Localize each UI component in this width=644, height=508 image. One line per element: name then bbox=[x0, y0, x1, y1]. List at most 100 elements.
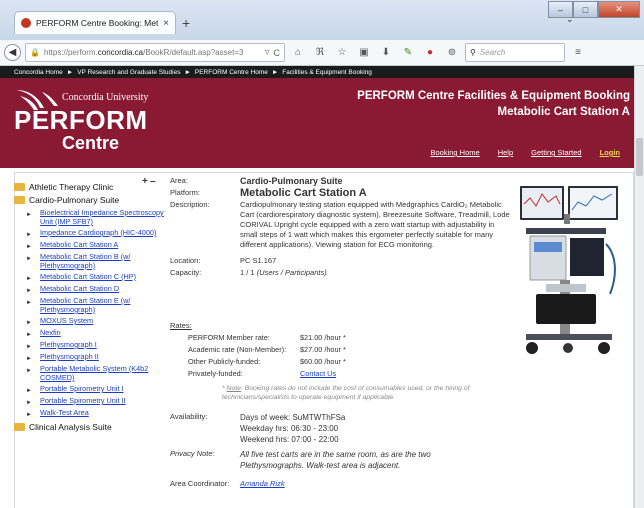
search-box[interactable]: ⚲ Search bbox=[465, 43, 565, 62]
privacy-row: Privacy Note: All five test carts are in… bbox=[170, 449, 490, 471]
getting-started-link[interactable]: Getting Started bbox=[531, 148, 581, 157]
addon-icon[interactable]: ✎ bbox=[399, 44, 417, 62]
back-button[interactable]: ◀ bbox=[4, 44, 21, 61]
tab-close-icon[interactable]: × bbox=[163, 18, 169, 29]
lock-icon: 🔒 bbox=[30, 48, 40, 57]
tree-item-link[interactable]: Metabolic Cart Station B (w/ Plethysmogr… bbox=[40, 252, 164, 270]
rss-icon[interactable]: ℜ bbox=[311, 44, 329, 62]
tree-category-cardio[interactable]: Cardio-Pulmonary Suite bbox=[14, 193, 164, 206]
adblock-icon[interactable]: ● bbox=[421, 44, 439, 62]
rate-value: $60.00 /hour * bbox=[300, 357, 346, 366]
close-window-button[interactable]: ✕ bbox=[598, 1, 640, 18]
banner-title: PERFORM Centre Facilities & Equipment Bo… bbox=[357, 88, 630, 120]
rates-section: Rates: PERFORM Member rate: $21.00 /hour … bbox=[170, 321, 490, 491]
tree-arrow-icon: ► bbox=[26, 276, 32, 282]
reading-list-icon[interactable]: ▣ bbox=[355, 44, 373, 62]
tree-arrow-icon: ► bbox=[26, 244, 32, 250]
tree-item-link[interactable]: Bioelectrical Impedance Spectroscopy Uni… bbox=[40, 208, 164, 226]
search-input[interactable]: Search bbox=[480, 48, 505, 57]
tree-item[interactable]: ► Bioelectrical Impedance Spectroscopy Un… bbox=[14, 208, 164, 226]
new-tab-button[interactable]: + bbox=[182, 15, 190, 31]
tree-item[interactable]: ► Portable Spirometry Unit I bbox=[14, 384, 164, 394]
tree-item-link[interactable]: Plethysmograph II bbox=[40, 352, 99, 362]
breadcrumb-perform-home[interactable]: PERFORM Centre Home bbox=[195, 69, 268, 76]
description-row: Description: Cardiopulmonary testing sta… bbox=[170, 200, 510, 250]
tree-item[interactable]: ► Plethysmograph I bbox=[14, 340, 164, 350]
tree-item-link[interactable]: Metabolic Cart Station E (w/ Plethysmogr… bbox=[40, 296, 164, 314]
folder-icon bbox=[14, 422, 25, 431]
rate-row: PERFORM Member rate: $21.00 /hour * bbox=[170, 333, 490, 342]
tree-item[interactable]: ► Nexfin bbox=[14, 328, 164, 338]
menu-icon[interactable]: ≡ bbox=[569, 44, 587, 62]
tree-item[interactable]: ► Impedance Cardiograph (HIC-4000) bbox=[14, 228, 164, 238]
rates-note: * Note: Booking rates do not include the… bbox=[222, 385, 470, 401]
tree-item[interactable]: ► Plethysmograph II bbox=[14, 352, 164, 362]
expand-all-button[interactable]: + bbox=[142, 176, 148, 187]
tree-item[interactable]: ► Walk-Test Area bbox=[14, 408, 164, 418]
tree-item-link[interactable]: Metabolic Cart Station C (HP) bbox=[40, 272, 136, 282]
dropdown-arrow-icon[interactable]: ▿ bbox=[265, 47, 270, 58]
description-value: Cardiopulmonary testing station equipped… bbox=[240, 200, 510, 249]
tree-item-link[interactable]: Nexfin bbox=[40, 328, 61, 338]
scrollbar-thumb[interactable] bbox=[636, 138, 643, 176]
tree-item-link[interactable]: Plethysmograph I bbox=[40, 340, 97, 350]
browser-tab[interactable]: PERFORM Centre Booking: Metab... × bbox=[14, 11, 176, 34]
tree-item-link[interactable]: Metabolic Cart Station D bbox=[40, 284, 119, 294]
tree-item-link[interactable]: Impedance Cardiograph (HIC-4000) bbox=[40, 228, 156, 238]
centre-wordmark: Centre bbox=[62, 133, 120, 153]
web-page: Concordia Home ► VP Research and Graduat… bbox=[0, 66, 634, 508]
download-icon[interactable]: ⬇ bbox=[377, 44, 395, 62]
reload-icon[interactable]: C bbox=[274, 48, 281, 58]
category-label: Clinical Analysis Suite bbox=[29, 421, 112, 432]
tree-item[interactable]: ► Metabolic Cart Station D bbox=[14, 284, 164, 294]
breadcrumb-vp-research[interactable]: VP Research and Graduate Studies bbox=[77, 69, 180, 76]
tree-arrow-icon: ► bbox=[26, 368, 32, 374]
location-label: Location: bbox=[170, 256, 201, 265]
tree-item-link[interactable]: Portable Spirometry Unit II bbox=[40, 396, 126, 406]
rate-list: PERFORM Member rate: $21.00 /hour * Academ… bbox=[170, 333, 490, 366]
tree-item[interactable]: ► Metabolic Cart Station C (HP) bbox=[14, 272, 164, 282]
maximize-button[interactable]: □ bbox=[573, 1, 598, 18]
tree-item[interactable]: ► Metabolic Cart Station B (w/ Plethysmog… bbox=[14, 252, 164, 270]
tree-item[interactable]: ► Portable Spirometry Unit II bbox=[14, 396, 164, 406]
minimize-button[interactable]: – bbox=[548, 1, 573, 18]
coordinator-label: Area Coordinator: bbox=[170, 479, 230, 488]
tree-arrow-icon: ► bbox=[26, 412, 32, 418]
rate-label: Other Publicly-funded: bbox=[188, 357, 261, 366]
tree-arrow-icon: ► bbox=[26, 232, 32, 238]
coordinator-link[interactable]: Amanda Rizk bbox=[240, 479, 285, 488]
platform-row: Platform: Metabolic Cart Station A bbox=[170, 188, 510, 199]
university-name: Concordia University bbox=[62, 92, 149, 103]
breadcrumb-concordia-home[interactable]: Concordia Home bbox=[14, 69, 63, 76]
rate-label: PERFORM Member rate: bbox=[188, 333, 270, 342]
window-controls: – □ ✕ bbox=[548, 1, 640, 18]
tree-item-link[interactable]: Walk-Test Area bbox=[40, 408, 89, 418]
tree-item-link[interactable]: Metabolic Cart Station A bbox=[40, 240, 118, 250]
nav-toolbar: ◀ 🔒 https://perform.concordia.ca/BookR/d… bbox=[0, 40, 644, 66]
location-row: Location: PC S1.167 bbox=[170, 256, 510, 266]
capacity-label: Capacity: bbox=[170, 268, 202, 277]
contact-us-link[interactable]: Contact Us bbox=[300, 369, 336, 378]
asset-details: Area: Cardio-Pulmonary Suite Platform: M… bbox=[170, 176, 510, 280]
vertical-scrollbar[interactable] bbox=[634, 66, 644, 508]
extension-icon[interactable]: ⊚ bbox=[443, 44, 461, 62]
tree-category-clinical[interactable]: Clinical Analysis Suite bbox=[14, 420, 164, 433]
tree-item-link[interactable]: Portable Metabolic System (K4b2 COSMED) bbox=[40, 364, 164, 382]
weekend-hours: Weekend hrs: 07:00 - 22:00 bbox=[240, 435, 339, 444]
rate-row: Academic rate (Non-Member): $27.00 /hour … bbox=[170, 345, 490, 354]
tree-item-link[interactable]: MOXUS System bbox=[40, 316, 93, 326]
tree-item[interactable]: ► Metabolic Cart Station A bbox=[14, 240, 164, 250]
platform-label: Platform: bbox=[170, 188, 201, 197]
address-bar[interactable]: 🔒 https://perform.concordia.ca/BookR/def… bbox=[25, 43, 285, 62]
login-link[interactable]: Login bbox=[600, 148, 620, 157]
booking-home-link[interactable]: Booking Home bbox=[430, 148, 479, 157]
tree-item[interactable]: ► Portable Metabolic System (K4b2 COSMED) bbox=[14, 364, 164, 382]
tree-item[interactable]: ► MOXUS System bbox=[14, 316, 164, 326]
help-link[interactable]: Help bbox=[498, 148, 513, 157]
tree-item[interactable]: ► Metabolic Cart Station E (w/ Plethysmog… bbox=[14, 296, 164, 314]
collapse-all-button[interactable]: – bbox=[150, 176, 156, 187]
tree-item-link[interactable]: Portable Spirometry Unit I bbox=[40, 384, 124, 394]
bookmark-star-icon[interactable]: ☆ bbox=[333, 44, 351, 62]
home-icon[interactable]: ⌂ bbox=[289, 44, 307, 62]
breadcrumb-booking[interactable]: Facilities & Equipment Booking bbox=[282, 69, 372, 76]
